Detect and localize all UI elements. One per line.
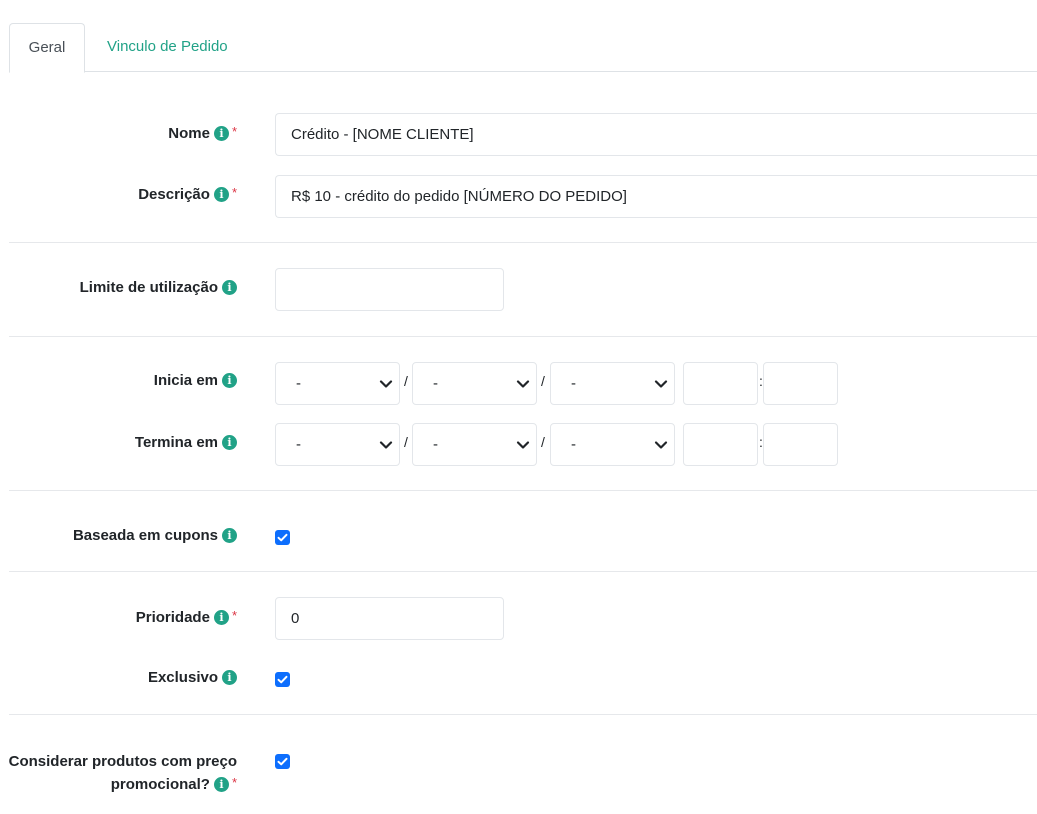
termina-month-select[interactable]: -	[412, 423, 537, 466]
termina-label-text: Termina em	[134, 434, 218, 451]
date-separator: /	[404, 434, 408, 450]
descricao-label: Descrição i *	[138, 185, 237, 203]
inicia-minute-input[interactable]	[763, 362, 838, 405]
termina-hour-input[interactable]	[683, 423, 758, 466]
cupons-label-text: Baseada em cupons	[72, 527, 218, 544]
info-icon[interactable]: i	[222, 280, 237, 295]
promocional-checkbox[interactable]	[275, 754, 290, 769]
nome-label-text: Nome	[168, 125, 210, 142]
limite-label-text: Limite de utilização	[79, 279, 218, 296]
info-icon[interactable]: i	[213, 126, 229, 141]
inicia-hour-input[interactable]	[683, 362, 758, 405]
check-icon	[277, 757, 288, 766]
termina-year-select[interactable]: -	[550, 423, 675, 466]
termina-year-value: -	[571, 436, 576, 453]
section-divider	[9, 571, 1037, 572]
section-divider	[9, 336, 1037, 337]
exclusivo-label-text: Exclusivo	[147, 669, 218, 686]
info-icon[interactable]: i	[213, 610, 229, 625]
inicia-label: Inicia em i	[154, 372, 237, 389]
chevron-down-icon	[516, 380, 530, 388]
termina-label: Termina em i	[135, 434, 237, 451]
chevron-down-icon	[379, 380, 393, 388]
section-divider	[9, 490, 1037, 491]
required-marker: *	[231, 775, 237, 790]
tab-bar: Geral Vinculo de Pedido	[9, 23, 1037, 73]
termina-day-value: -	[296, 436, 301, 453]
limite-input[interactable]	[275, 268, 504, 311]
descricao-input[interactable]: R$ 10 - crédito do pedido [NÚMERO DO PED…	[275, 175, 1037, 218]
exclusivo-label: Exclusivo i	[148, 669, 237, 686]
info-icon[interactable]: i	[222, 435, 237, 450]
section-divider	[9, 242, 1037, 243]
info-icon[interactable]: i	[222, 528, 237, 543]
promocional-label-line2: promocional?	[110, 776, 210, 793]
chevron-down-icon	[654, 380, 668, 388]
chevron-down-icon	[654, 441, 668, 449]
check-icon	[277, 533, 288, 542]
termina-minute-input[interactable]	[763, 423, 838, 466]
info-icon[interactable]: i	[222, 670, 237, 685]
nome-input[interactable]: Crédito - [NOME CLIENTE]	[275, 113, 1037, 156]
descricao-label-text: Descrição	[138, 186, 210, 203]
prioridade-label: Prioridade i *	[136, 608, 237, 626]
prioridade-input[interactable]: 0	[275, 597, 504, 640]
info-icon[interactable]: i	[222, 373, 237, 388]
nome-label: Nome i *	[168, 124, 237, 142]
date-separator: /	[404, 373, 408, 389]
info-icon[interactable]: i	[213, 777, 229, 792]
inicia-month-value: -	[433, 375, 438, 392]
limite-label: Limite de utilização i	[80, 279, 237, 296]
promocional-label-line1: Considerar produtos com preço	[8, 753, 237, 770]
tab-geral[interactable]: Geral	[9, 23, 85, 73]
chevron-down-icon	[516, 441, 530, 449]
inicia-year-select[interactable]: -	[550, 362, 675, 405]
section-divider	[9, 714, 1037, 715]
cupons-label: Baseada em cupons i	[73, 527, 237, 544]
required-marker: *	[231, 608, 237, 623]
exclusivo-checkbox[interactable]	[275, 672, 290, 687]
prioridade-label-text: Prioridade	[135, 609, 210, 626]
inicia-label-text: Inicia em	[153, 372, 218, 389]
inicia-month-select[interactable]: -	[412, 362, 537, 405]
termina-day-select[interactable]: -	[275, 423, 400, 466]
cupons-checkbox[interactable]	[275, 530, 290, 545]
promocional-label: Considerar produtos com preço promociona…	[9, 751, 237, 795]
inicia-day-select[interactable]: -	[275, 362, 400, 405]
info-icon[interactable]: i	[213, 187, 229, 202]
required-marker: *	[231, 185, 237, 200]
inicia-year-value: -	[571, 375, 576, 392]
promocional-label-line2-wrap: promocional? i *	[9, 772, 237, 795]
inicia-day-value: -	[296, 375, 301, 392]
chevron-down-icon	[379, 441, 393, 449]
tab-vinculo-de-pedido[interactable]: Vinculo de Pedido	[87, 23, 248, 72]
date-separator: /	[541, 434, 545, 450]
check-icon	[277, 675, 288, 684]
required-marker: *	[231, 124, 237, 139]
termina-month-value: -	[433, 436, 438, 453]
date-separator: /	[541, 373, 545, 389]
